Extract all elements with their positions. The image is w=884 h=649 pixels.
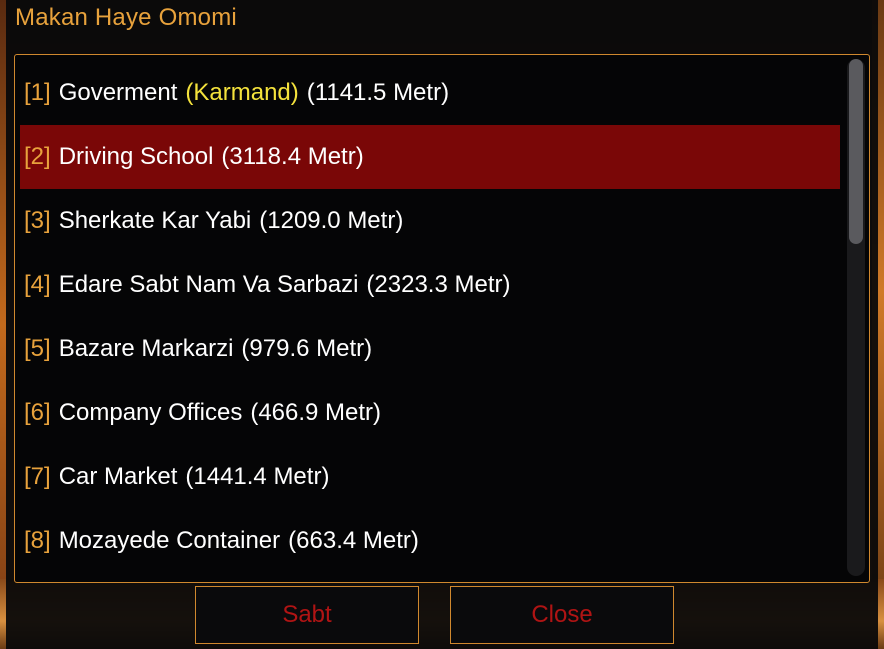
list-item[interactable]: [5] Bazare Markarzi (979.6 Metr) [20, 317, 840, 381]
list-item-distance: (466.9 Metr) [250, 399, 382, 426]
list-item-index: [6] [24, 399, 51, 426]
locations-dialog: Makan Haye Omomi [1] Goverment (Karmand) (1… [6, 0, 878, 649]
close-button[interactable]: Close [450, 586, 674, 644]
sabt-button[interactable]: Sabt [195, 586, 419, 644]
list-scrollbar[interactable] [847, 59, 865, 576]
list-item-name: Edare Sabt Nam Va Sarbazi [58, 271, 359, 298]
list-item-name: Sherkate Kar Yabi [58, 207, 252, 234]
list-item[interactable]: [1] Goverment (Karmand) (1141.5 Metr) [20, 61, 840, 125]
list-item-index: [5] [24, 335, 51, 362]
list-item-index: [7] [24, 463, 51, 490]
list-item[interactable]: [8] Mozayede Container (663.4 Metr) [20, 509, 840, 573]
list-item-index: [2] [24, 143, 51, 170]
list-item-name: Bazare Markarzi [58, 335, 234, 362]
list-item-name: Car Market [58, 463, 178, 490]
list-item-name: Mozayede Container [58, 527, 281, 554]
dialog-title: Makan Haye Omomi [15, 4, 237, 31]
list-item-distance: (3118.4 Metr) [221, 143, 364, 170]
list-item-name: Company Offices [58, 399, 243, 426]
locations-list-frame: [1] Goverment (Karmand) (1141.5 Metr) [2] Dri… [14, 54, 870, 583]
list-item-name: Driving School [58, 143, 214, 170]
list-item-index: [1] [24, 79, 51, 106]
list-item-distance: (663.4 Metr) [288, 527, 419, 554]
list-item-name: Goverment [58, 79, 178, 106]
list-item[interactable]: [3] Sherkate Kar Yabi (1209.0 Metr) [20, 189, 840, 253]
list-item[interactable]: [2] Driving School (3118.4 Metr) [20, 125, 840, 189]
list-item-index: [8] [24, 527, 51, 554]
list-item-distance: (1141.5 Metr) [306, 79, 450, 106]
locations-list: [1] Goverment (Karmand) (1141.5 Metr) [2] Dri… [20, 61, 840, 573]
list-item-distance: (1441.4 Metr) [185, 463, 330, 490]
list-item-distance: (979.6 Metr) [241, 335, 373, 362]
list-item[interactable]: [4] Edare Sabt Nam Va Sarbazi (2323.3 Metr… [20, 253, 840, 317]
list-item-index: [4] [24, 271, 51, 298]
list-item-distance: (1209.0 Metr) [259, 207, 404, 234]
list-item[interactable]: [6] Company Offices (466.9 Metr) [20, 381, 840, 445]
scrollbar-thumb[interactable] [849, 59, 863, 244]
list-item-tag: (Karmand) [185, 79, 299, 106]
list-item[interactable]: [7] Car Market (1441.4 Metr) [20, 445, 840, 509]
list-item-distance: (2323.3 Metr) [366, 271, 511, 298]
list-item-index: [3] [24, 207, 51, 234]
